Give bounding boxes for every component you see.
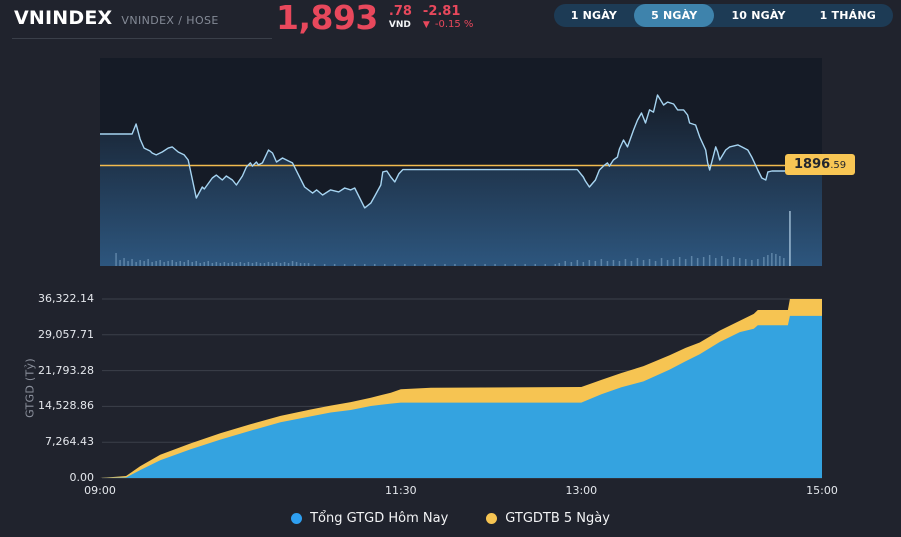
range-tabs: 1 NGÀY 5 NGÀY 10 NGÀY 1 THÁNG <box>553 4 893 27</box>
x-tick-label: 11:30 <box>384 484 417 497</box>
price-change-column: -2.81 ▼ -0.15 % <box>423 5 473 31</box>
change-percent: -0.15 % <box>434 19 474 30</box>
axis-title-gtgd: GTGD (Tỷ) <box>23 358 37 418</box>
legend-dot-icon <box>486 513 498 524</box>
symbol-subtitle: VNINDEX / HOSE <box>121 14 219 27</box>
tab-1-ngay[interactable]: 1 NGÀY <box>554 4 634 27</box>
gtgd-chart-canvas[interactable] <box>100 290 822 480</box>
y-tick-label: 14,528.86 <box>38 399 94 413</box>
price-area-fill <box>100 95 822 266</box>
x-tick-label: 15:00 <box>806 484 838 497</box>
change-value: -2.81 <box>422 4 461 19</box>
y-tick-label: 7,264.43 <box>45 435 94 449</box>
price-block: 1,893 .78 VND -2.81 ▼ -0.15 % <box>276 1 473 35</box>
down-triangle-icon: ▼ <box>422 20 430 30</box>
currency-label: VND <box>388 20 411 30</box>
price-decimals: .78 <box>388 4 412 19</box>
legend-label: Tổng GTGD Hôm Nay <box>310 511 449 526</box>
y-tick-label: 21,793.28 <box>38 363 94 377</box>
tab-10-ngay[interactable]: 10 NGÀY <box>714 4 802 27</box>
tab-1-thang[interactable]: 1 THÁNG <box>803 4 893 27</box>
x-tick-label: 13:00 <box>565 484 598 497</box>
vnindex-widget: VNINDEX VNINDEX / HOSE 1,893 .78 VND -2.… <box>0 0 901 537</box>
legend-dot-icon <box>291 513 303 524</box>
x-tick-label: 09:00 <box>84 484 116 497</box>
legend-item[interactable]: Tổng GTGD Hôm Nay <box>291 511 448 526</box>
ref-price-label: 1896.59 <box>785 154 856 175</box>
legend-label: GTGDTB 5 Ngày <box>505 511 610 526</box>
header-divider <box>12 38 272 39</box>
last-price: 1,893 <box>276 0 378 37</box>
y-tick-label: 0.00 <box>69 471 95 484</box>
page-title: VNINDEX <box>14 7 113 29</box>
price-decimals-column: .78 VND <box>389 5 412 31</box>
tab-5-ngay[interactable]: 5 NGÀY <box>634 4 715 27</box>
y-tick-label: 36,322.14 <box>38 292 94 305</box>
header-title-block: VNINDEX VNINDEX / HOSE <box>14 7 219 29</box>
price-chart-canvas[interactable] <box>100 58 822 266</box>
legend: Tổng GTGD Hôm Nay GTGDTB 5 Ngày <box>0 511 901 526</box>
legend-item[interactable]: GTGDTB 5 Ngày <box>486 511 610 526</box>
price-chart-panel[interactable] <box>100 58 822 266</box>
gtgd-chart-panel[interactable] <box>100 290 822 480</box>
y-tick-label: 29,057.71 <box>38 327 94 341</box>
